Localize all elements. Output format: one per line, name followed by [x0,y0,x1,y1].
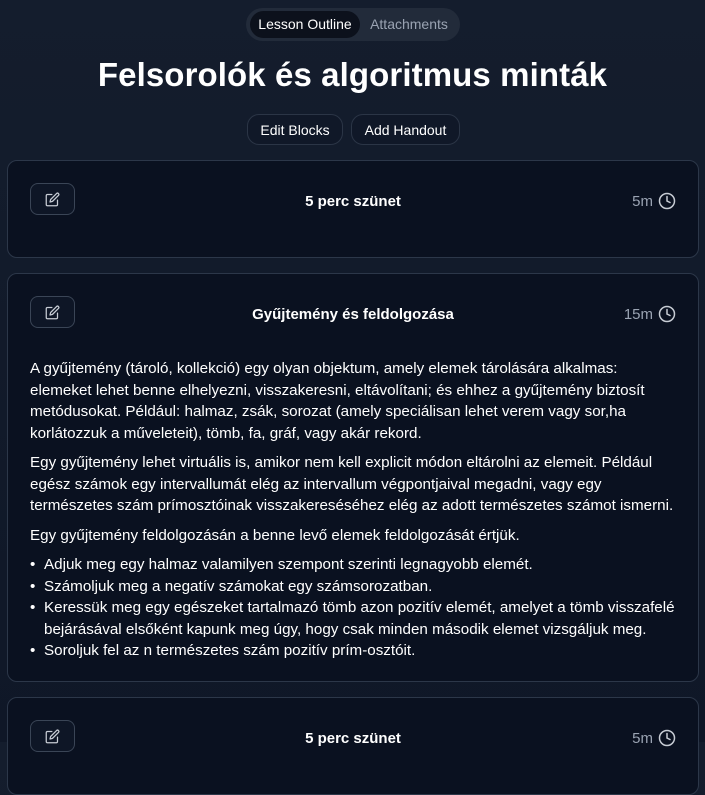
list-item: Soroljuk fel az n természetes szám pozit… [30,640,682,662]
add-handout-button[interactable]: Add Handout [351,114,460,145]
block-content: A gyűjtemény (tároló, kollekció) egy oly… [30,358,682,662]
tab-lesson-outline[interactable]: Lesson Outline [250,11,360,38]
edit-blocks-button[interactable]: Edit Blocks [247,114,343,145]
duration-value: 5m [632,192,653,210]
list-item: Számoljuk meg a negatív számokat egy szá… [30,576,682,598]
lesson-block: Gyűjtemény és feldolgozása 15m A gyűjtem… [7,273,699,682]
tab-attachments[interactable]: Attachments [362,11,456,38]
block-title: Gyűjtemény és feldolgozása [252,306,454,323]
clock-icon [658,729,676,747]
block-title: 5 perc szünet [305,193,401,210]
content-paragraph: Egy gyűjtemény feldolgozásán a benne lev… [30,526,520,544]
view-tabs: Lesson Outline Attachments [246,8,460,41]
duration-value: 15m [623,305,653,323]
block-duration: 15m [624,305,676,323]
lesson-block: 5 perc szünet 5m [7,697,699,795]
page-title: Felsorolók és algoritmus minták [97,56,608,93]
block-duration: 5m [632,192,676,210]
clock-icon [658,192,676,210]
content-paragraph: A gyűjtemény (tároló, kollekció) egy oly… [30,360,645,442]
list-item: Keressük meg egy egészeket tartalmazó tö… [30,597,682,640]
block-duration: 5m [632,729,676,747]
content-list: Adjuk meg egy halmaz valamilyen szempont… [30,554,682,662]
content-paragraph: Egy gyűjtemény lehet virtuális is, amiko… [30,454,674,514]
lesson-block: 5 perc szünet 5m [7,160,699,258]
duration-value: 5m [632,729,653,747]
block-title: 5 perc szünet [305,730,401,747]
clock-icon [658,305,676,323]
list-item: Adjuk meg egy halmaz valamilyen szempont… [30,554,682,576]
